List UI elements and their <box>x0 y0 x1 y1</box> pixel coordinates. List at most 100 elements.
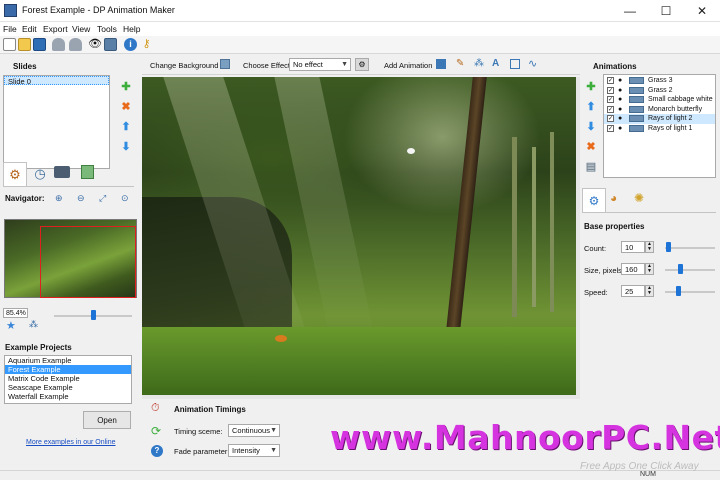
add-wave-icon[interactable]: ∿ <box>528 57 537 70</box>
animation-item[interactable]: ✓ ● Grass 2 <box>604 86 715 96</box>
zoom-slider-thumb[interactable] <box>91 310 96 320</box>
example-projects-list[interactable]: Aquarium Example Forest Example Matrix C… <box>4 355 132 404</box>
example-item[interactable]: Forest Example <box>5 365 131 374</box>
actual-size-icon[interactable]: ⊙ <box>121 193 129 204</box>
canvas-preview[interactable] <box>142 77 576 395</box>
effect-settings-icon[interactable]: ⚙ <box>355 58 369 71</box>
menu-view[interactable]: View <box>72 24 90 34</box>
open-button[interactable]: Open <box>83 411 131 429</box>
close-button[interactable]: ✕ <box>684 0 720 22</box>
count-slider-track[interactable] <box>665 247 715 249</box>
settings-gear-icon[interactable]: ⚙ <box>3 162 27 186</box>
magnet-icon[interactable] <box>69 38 82 51</box>
save-icon[interactable] <box>33 38 46 51</box>
delete-animation-button[interactable]: ✖ <box>585 140 597 153</box>
example-item[interactable]: Seascape Example <box>5 383 131 392</box>
timing-scene-select[interactable]: Continuous ▼ <box>228 424 280 437</box>
effects-tab-icon[interactable]: ✺ <box>634 191 644 205</box>
example-item[interactable]: Aquarium Example <box>5 356 131 365</box>
count-spinner[interactable]: ▲ ▼ <box>645 241 654 253</box>
size-input[interactable]: 160 <box>621 263 645 275</box>
move-down-button[interactable]: ⬇ <box>585 120 597 133</box>
maximize-button[interactable]: ☐ <box>648 0 684 22</box>
count-slider-thumb[interactable] <box>666 242 671 252</box>
delete-slide-button[interactable]: ✖ <box>120 100 132 113</box>
move-up-button[interactable]: ⬆ <box>585 100 597 113</box>
new-file-icon[interactable] <box>3 38 16 51</box>
zoom-out-icon[interactable]: ⊖ <box>77 193 85 204</box>
navigator-preview[interactable] <box>4 219 137 298</box>
animation-item[interactable]: ✓ ● Grass 3 <box>604 76 715 86</box>
more-examples-link[interactable]: More examples in our Online <box>26 439 116 446</box>
palette-tab-icon[interactable]: ◕ <box>610 191 617 205</box>
menu-help[interactable]: Help <box>123 24 140 34</box>
add-image-animation-icon[interactable] <box>436 59 446 69</box>
eye-icon[interactable]: 👁 <box>88 38 102 51</box>
example-item[interactable]: Waterfall Example <box>5 392 131 401</box>
slides-list[interactable]: Slide 0 <box>3 75 110 169</box>
background-image-icon[interactable] <box>220 59 230 69</box>
move-down-button[interactable]: ⬇ <box>120 140 132 153</box>
animations-list[interactable]: ✓ ● Grass 3 ✓ ● Grass 2 ✓ ● Small cabbage whit… <box>603 74 716 178</box>
menu-edit[interactable]: Edit <box>22 24 37 34</box>
white-butterfly[interactable] <box>407 148 415 154</box>
monarch-butterfly[interactable] <box>275 335 287 342</box>
properties-icon[interactable]: ▤ <box>585 160 597 173</box>
move-up-button[interactable]: ⬆ <box>120 120 132 133</box>
eye-icon[interactable]: ● <box>618 87 626 94</box>
speed-spinner[interactable]: ▲ ▼ <box>645 285 654 297</box>
eye-icon[interactable]: ● <box>618 125 626 132</box>
checkbox[interactable]: ✓ <box>607 86 614 94</box>
key-icon[interactable]: ⚷ <box>140 38 153 51</box>
animation-item[interactable]: ✓ ● Small cabbage white <box>604 95 715 105</box>
camera-icon[interactable] <box>54 166 70 178</box>
fit-to-window-icon[interactable]: ⤢ <box>99 193 106 204</box>
slide-item[interactable]: Slide 0 <box>4 76 109 86</box>
fade-parameter-select[interactable]: Intensity ▼ <box>228 444 280 457</box>
navigator-title: Navigator: <box>5 194 45 203</box>
info-icon[interactable]: i <box>124 38 137 51</box>
menu-export[interactable]: Export <box>43 24 68 34</box>
size-slider-track[interactable] <box>665 269 715 271</box>
animation-item[interactable]: ✓ ● Rays of light 1 <box>604 124 715 134</box>
checkbox[interactable]: ✓ <box>607 105 614 113</box>
add-frame-icon[interactable] <box>510 59 520 69</box>
zoom-in-icon[interactable]: ⊕ <box>55 193 63 204</box>
count-input[interactable]: 10 <box>621 241 645 253</box>
navigator-viewport-frame[interactable] <box>40 226 136 298</box>
add-slide-button[interactable]: ✚ <box>120 80 132 93</box>
size-slider-thumb[interactable] <box>678 264 683 274</box>
add-animation-button[interactable]: ✚ <box>585 80 597 93</box>
animation-item[interactable]: ✓ ● Rays of light 2 <box>604 114 715 124</box>
help-icon[interactable]: ? <box>151 445 163 457</box>
snap-icon[interactable]: ⁂ <box>29 319 38 330</box>
eye-icon[interactable]: ● <box>618 115 626 122</box>
size-spinner[interactable]: ▲ ▼ <box>645 263 654 275</box>
menu-file[interactable]: File <box>3 24 17 34</box>
add-text-icon[interactable]: A <box>492 58 499 69</box>
minimize-button[interactable]: — <box>612 0 648 22</box>
effect-select[interactable]: No effect ▼ <box>289 58 351 71</box>
eye-icon[interactable]: ● <box>618 96 626 103</box>
add-brush-animation-icon[interactable]: ✎ <box>456 58 464 69</box>
change-background-button[interactable]: Change Background <box>150 61 218 70</box>
film-icon[interactable] <box>104 38 117 51</box>
magnet-icon[interactable] <box>52 38 65 51</box>
checkbox[interactable]: ✓ <box>607 115 614 122</box>
eye-icon[interactable]: ● <box>618 77 626 84</box>
base-properties-tab-icon[interactable]: ⚙ <box>582 188 606 212</box>
checkbox[interactable]: ✓ <box>607 124 614 132</box>
speed-input[interactable]: 25 <box>621 285 645 297</box>
animation-item[interactable]: ✓ ● Monarch butterfly <box>604 105 715 115</box>
menu-tools[interactable]: Tools <box>97 24 117 34</box>
clock-icon[interactable]: ◷ <box>30 164 50 184</box>
checkbox[interactable]: ✓ <box>607 96 614 103</box>
export-icon[interactable] <box>81 165 94 179</box>
eye-icon[interactable]: ● <box>618 106 626 113</box>
checkbox[interactable]: ✓ <box>607 77 614 84</box>
example-item[interactable]: Matrix Code Example <box>5 374 131 383</box>
speed-slider-thumb[interactable] <box>676 286 681 296</box>
open-folder-icon[interactable] <box>18 38 31 51</box>
add-particles-icon[interactable]: ⁂ <box>474 58 484 69</box>
speed-slider-track[interactable] <box>665 291 715 293</box>
